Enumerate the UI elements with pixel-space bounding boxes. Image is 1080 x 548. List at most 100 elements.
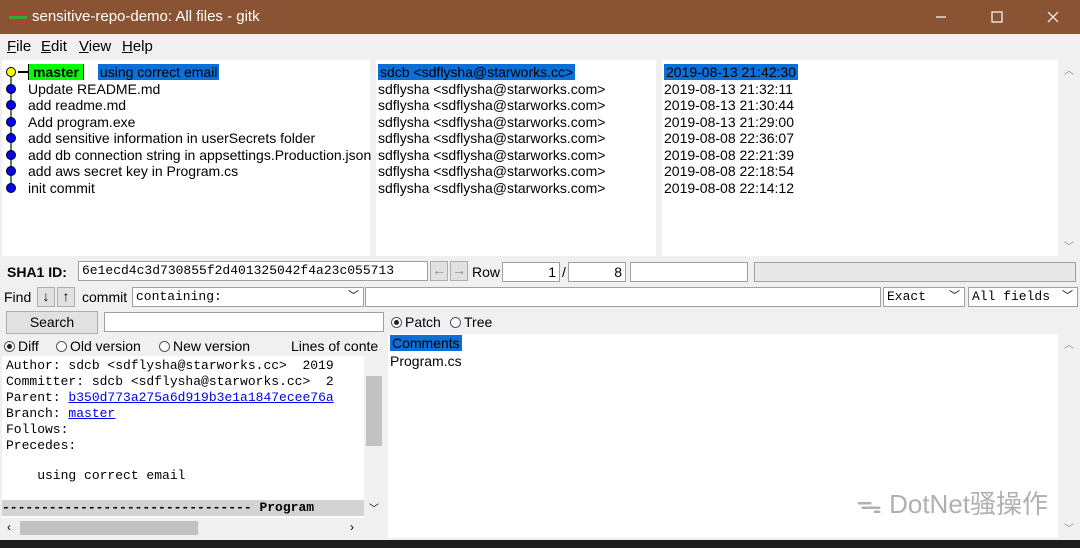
details-vscroll-thumb[interactable]	[366, 376, 382, 446]
commit-date[interactable]: 2019-08-08 22:36:07	[664, 130, 794, 146]
commit-details-pane[interactable]: Author: sdcb <sdflysha@starworks.cc> 201…	[2, 356, 364, 518]
search-input[interactable]	[104, 312, 384, 332]
arrow-up-icon: ↑	[62, 288, 70, 304]
scroll-up-icon[interactable]: ︿	[1064, 336, 1074, 351]
file-item-program-cs[interactable]: Program.cs	[390, 353, 462, 369]
maximize-button[interactable]	[974, 0, 1020, 34]
commit-author[interactable]: sdflysha <sdflysha@starworks.com>	[378, 180, 605, 196]
old-version-radio[interactable]: Old version	[56, 338, 141, 354]
commit-date[interactable]: 2019-08-13 21:42:30	[664, 64, 798, 80]
details-hscroll-thumb[interactable]	[20, 521, 198, 535]
commit-message: Update README.md	[28, 80, 161, 97]
minimize-icon	[936, 16, 946, 18]
close-button[interactable]	[1030, 0, 1076, 34]
find-mode-value: containing:	[136, 289, 222, 304]
back-button[interactable]: ←	[430, 261, 448, 281]
diff-label: Diff	[18, 338, 39, 354]
minimize-button[interactable]	[918, 0, 964, 34]
file-item-comments[interactable]: Comments	[390, 335, 462, 351]
precedes-line: Precedes:	[6, 438, 77, 453]
commit-date[interactable]: 2019-08-13 21:32:11	[664, 81, 793, 97]
commit-message: add db connection string in appsettings.…	[28, 146, 372, 163]
commit-node-icon	[6, 100, 16, 110]
commit-row[interactable]: Update README.md	[28, 81, 160, 97]
sha-field[interactable]: 6e1ecd4c3d730855f2d401325042f4a23c055713	[78, 261, 428, 281]
commit-row[interactable]: add sensitive information in userSecrets…	[28, 130, 315, 146]
commit-row[interactable]: add db connection string in appsettings.…	[28, 147, 371, 163]
scroll-down-icon[interactable]: ﹀	[1064, 238, 1074, 253]
menu-help[interactable]: Help	[122, 38, 153, 55]
commit-message: add aws secret key in Program.cs	[28, 163, 239, 179]
commit-message: init commit	[28, 179, 95, 196]
menu-view[interactable]: View	[79, 38, 111, 55]
commit-author[interactable]: sdcb <sdflysha@starworks.cc>	[378, 64, 576, 80]
branch-tag[interactable]: master	[28, 64, 84, 80]
parent-label: Parent:	[6, 390, 69, 405]
commit-message: add sensitive information in userSecrets…	[28, 130, 316, 146]
scroll-left-icon[interactable]: ‹	[7, 520, 11, 534]
commit-node-icon	[6, 116, 16, 127]
commit-date-text: 2019-08-13 21:42:30	[664, 64, 798, 80]
branch-connector	[18, 71, 28, 73]
scroll-right-icon[interactable]: ›	[350, 520, 354, 534]
author-line: Author: sdcb <sdflysha@starworks.cc> 201…	[6, 358, 334, 373]
find-mode-select[interactable]: containing: ﹀	[132, 287, 364, 307]
details-hscrollbar[interactable]: ‹ ›	[2, 518, 384, 538]
commit-row[interactable]: add readme.md	[28, 97, 126, 113]
new-version-radio[interactable]: New version	[159, 338, 250, 354]
commit-date[interactable]: 2019-08-13 21:30:44	[664, 97, 794, 113]
commit-date-text: 2019-08-08 22:36:07	[664, 130, 794, 146]
menu-edit[interactable]: Edit	[41, 38, 67, 55]
commit-author[interactable]: sdflysha <sdflysha@starworks.com>	[378, 114, 605, 130]
branch-line: Branch: master	[6, 406, 115, 422]
commit-row[interactable]: add aws secret key in Program.cs	[28, 163, 238, 179]
commit-author[interactable]: sdflysha <sdflysha@starworks.com>	[378, 81, 605, 97]
commit-date[interactable]: 2019-08-08 22:14:12	[664, 180, 794, 196]
committer-line: Committer: sdcb <sdflysha@starworks.cc> …	[6, 374, 334, 389]
radio-icon	[159, 341, 170, 352]
commit-author-text: sdflysha <sdflysha@starworks.com>	[378, 146, 606, 163]
search-button[interactable]: Search	[6, 311, 98, 334]
details-vscrollbar[interactable]: ﹀	[364, 356, 384, 518]
scroll-down-icon[interactable]: ﹀	[1064, 520, 1074, 535]
row-current-field: 1	[502, 262, 560, 282]
branch-link[interactable]: master	[68, 406, 115, 421]
find-down-button[interactable]: ↓	[37, 287, 55, 307]
commit-node-icon	[6, 182, 16, 193]
commit-author[interactable]: sdflysha <sdflysha@starworks.com>	[378, 147, 605, 163]
scroll-up-icon[interactable]: ︿	[1064, 62, 1074, 77]
find-up-button[interactable]: ↑	[57, 287, 75, 307]
commit-node-icon	[6, 149, 16, 160]
file-list-scrollbar[interactable]: ︿ ﹀	[1060, 334, 1078, 538]
commit-list-scrollbar[interactable]: ︿ ﹀	[1060, 60, 1078, 256]
scroll-down-icon[interactable]: ﹀	[369, 500, 379, 515]
commit-date[interactable]: 2019-08-08 22:21:39	[664, 147, 794, 163]
patch-label: Patch	[405, 314, 441, 330]
patch-radio[interactable]: Patch	[391, 314, 441, 330]
find-input[interactable]	[365, 287, 881, 307]
commit-author[interactable]: sdflysha <sdflysha@starworks.com>	[378, 97, 605, 113]
commit-date-text: 2019-08-08 22:14:12	[664, 179, 794, 196]
parent-hash-link[interactable]: b350d773a275a6d919b3e1a1847ecee76a	[68, 390, 333, 405]
tree-radio[interactable]: Tree	[450, 314, 492, 330]
fields-select[interactable]: All fields ﹀	[968, 287, 1078, 307]
radio-selected-icon	[391, 317, 402, 328]
commit-date[interactable]: 2019-08-13 21:29:00	[664, 114, 794, 130]
match-select[interactable]: Exact ﹀	[883, 287, 965, 307]
row-separator: /	[562, 264, 566, 280]
commit-row[interactable]: Add program.exe	[28, 114, 135, 130]
menu-file[interactable]: File	[7, 38, 31, 55]
forward-button[interactable]: →	[450, 261, 468, 281]
commit-author[interactable]: sdflysha <sdflysha@starworks.com>	[378, 163, 605, 179]
diff-radio[interactable]: Diff	[4, 338, 39, 354]
commit-row[interactable]: master using correct email	[18, 64, 220, 80]
commit-row[interactable]: init commit	[28, 180, 95, 196]
commit-author[interactable]: sdflysha <sdflysha@starworks.com>	[378, 130, 605, 146]
arrow-down-icon: ↓	[42, 288, 50, 304]
commit-message: add readme.md	[28, 97, 127, 113]
commit-date[interactable]: 2019-08-08 22:18:54	[664, 163, 794, 179]
watermark-text: DotNet骚操作	[889, 489, 1048, 519]
commit-date-text: 2019-08-13 21:32:11	[664, 80, 793, 97]
commit-author-text: sdflysha <sdflysha@starworks.com>	[378, 163, 606, 179]
chevron-down-icon: ﹀	[949, 291, 960, 303]
